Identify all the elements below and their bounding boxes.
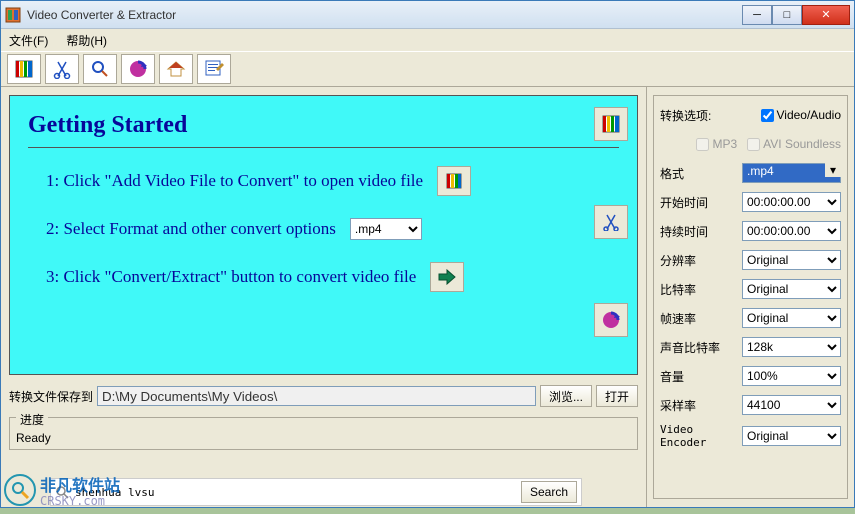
- resolution-label: 分辨率: [660, 252, 738, 269]
- format-select[interactable]: .mp4▾: [742, 163, 841, 183]
- start-time-select[interactable]: 00:00:00.00: [742, 192, 841, 212]
- duration-label: 持续时间: [660, 223, 738, 240]
- side-convert-button[interactable]: [594, 303, 628, 337]
- window-title: Video Converter & Extractor: [27, 8, 742, 22]
- watermark-text: 非凡软件站: [40, 472, 120, 496]
- step3-text: 3: Click "Convert/Extract" button to con…: [46, 267, 416, 287]
- getting-started-panel: Getting Started 1: Click "Add Video File…: [9, 95, 638, 375]
- save-path-label: 转换文件保存到: [9, 388, 93, 405]
- maximize-button[interactable]: □: [772, 5, 802, 25]
- sample-rate-select[interactable]: 44100: [742, 395, 841, 415]
- divider: [28, 147, 619, 148]
- resolution-select[interactable]: Original: [742, 250, 841, 270]
- progress-group: 进度 Ready: [9, 417, 638, 450]
- close-button[interactable]: ✕: [802, 5, 850, 25]
- toolbar: [1, 51, 854, 87]
- volume-select[interactable]: 100%: [742, 366, 841, 386]
- options-title: 转换选项:: [660, 107, 711, 124]
- right-pane: 转换选项: Video/Audio MP3 AVI Soundless 格式.m…: [646, 87, 854, 507]
- toolbar-search-button[interactable]: [83, 54, 117, 84]
- fps-label: 帧速率: [660, 310, 738, 327]
- audio-bitrate-select[interactable]: 128k: [742, 337, 841, 357]
- encoder-select[interactable]: Original: [742, 426, 841, 446]
- volume-label: 音量: [660, 368, 738, 385]
- open-button[interactable]: 打开: [596, 385, 638, 407]
- side-cut-button[interactable]: [594, 205, 628, 239]
- watermark: 非凡软件站 CRSKY.com: [4, 472, 120, 508]
- search-button[interactable]: Search: [521, 481, 577, 503]
- menu-file[interactable]: 文件(F): [9, 32, 48, 49]
- search-bar: Search: [50, 478, 582, 506]
- side-add-video-button[interactable]: [594, 107, 628, 141]
- fps-select[interactable]: Original: [742, 308, 841, 328]
- start-time-label: 开始时间: [660, 194, 738, 211]
- add-video-file-button[interactable]: [437, 166, 471, 196]
- progress-status: Ready: [16, 431, 631, 445]
- bitrate-label: 比特率: [660, 281, 738, 298]
- save-path-input[interactable]: [97, 386, 536, 406]
- step2-text: 2: Select Format and other convert optio…: [46, 219, 336, 239]
- app-window: Video Converter & Extractor ─ □ ✕ 文件(F) …: [0, 0, 855, 508]
- progress-label: 进度: [16, 411, 48, 428]
- toolbar-convert-button[interactable]: [121, 54, 155, 84]
- watermark-url: CRSKY.com: [40, 494, 120, 508]
- video-audio-checkbox[interactable]: [761, 109, 774, 122]
- toolbar-edit-button[interactable]: [197, 54, 231, 84]
- toolbar-cut-button[interactable]: [45, 54, 79, 84]
- menu-help[interactable]: 帮助(H): [66, 32, 107, 49]
- sample-rate-label: 采样率: [660, 397, 738, 414]
- encoder-label: Video Encoder: [660, 423, 738, 449]
- mp3-checkbox[interactable]: [696, 138, 709, 151]
- convert-extract-button[interactable]: [430, 262, 464, 292]
- watermark-logo-icon: [4, 474, 36, 506]
- format-select-inline[interactable]: .mp4: [350, 218, 422, 240]
- browse-button[interactable]: 浏览...: [540, 385, 592, 407]
- toolbar-home-button[interactable]: [159, 54, 193, 84]
- avi-soundless-checkbox[interactable]: [747, 138, 760, 151]
- app-icon: [5, 7, 21, 23]
- menubar: 文件(F) 帮助(H): [1, 29, 854, 51]
- minimize-button[interactable]: ─: [742, 5, 772, 25]
- search-input[interactable]: [75, 483, 515, 501]
- left-pane: Getting Started 1: Click "Add Video File…: [1, 87, 646, 507]
- getting-started-title: Getting Started: [28, 112, 619, 139]
- duration-select[interactable]: 00:00:00.00: [742, 221, 841, 241]
- audio-bitrate-label: 声音比特率: [660, 339, 738, 356]
- step1-text: 1: Click "Add Video File to Convert" to …: [46, 171, 423, 191]
- titlebar: Video Converter & Extractor ─ □ ✕: [1, 1, 854, 29]
- toolbar-add-video-button[interactable]: [7, 54, 41, 84]
- format-label: 格式: [660, 165, 738, 182]
- bitrate-select[interactable]: Original: [742, 279, 841, 299]
